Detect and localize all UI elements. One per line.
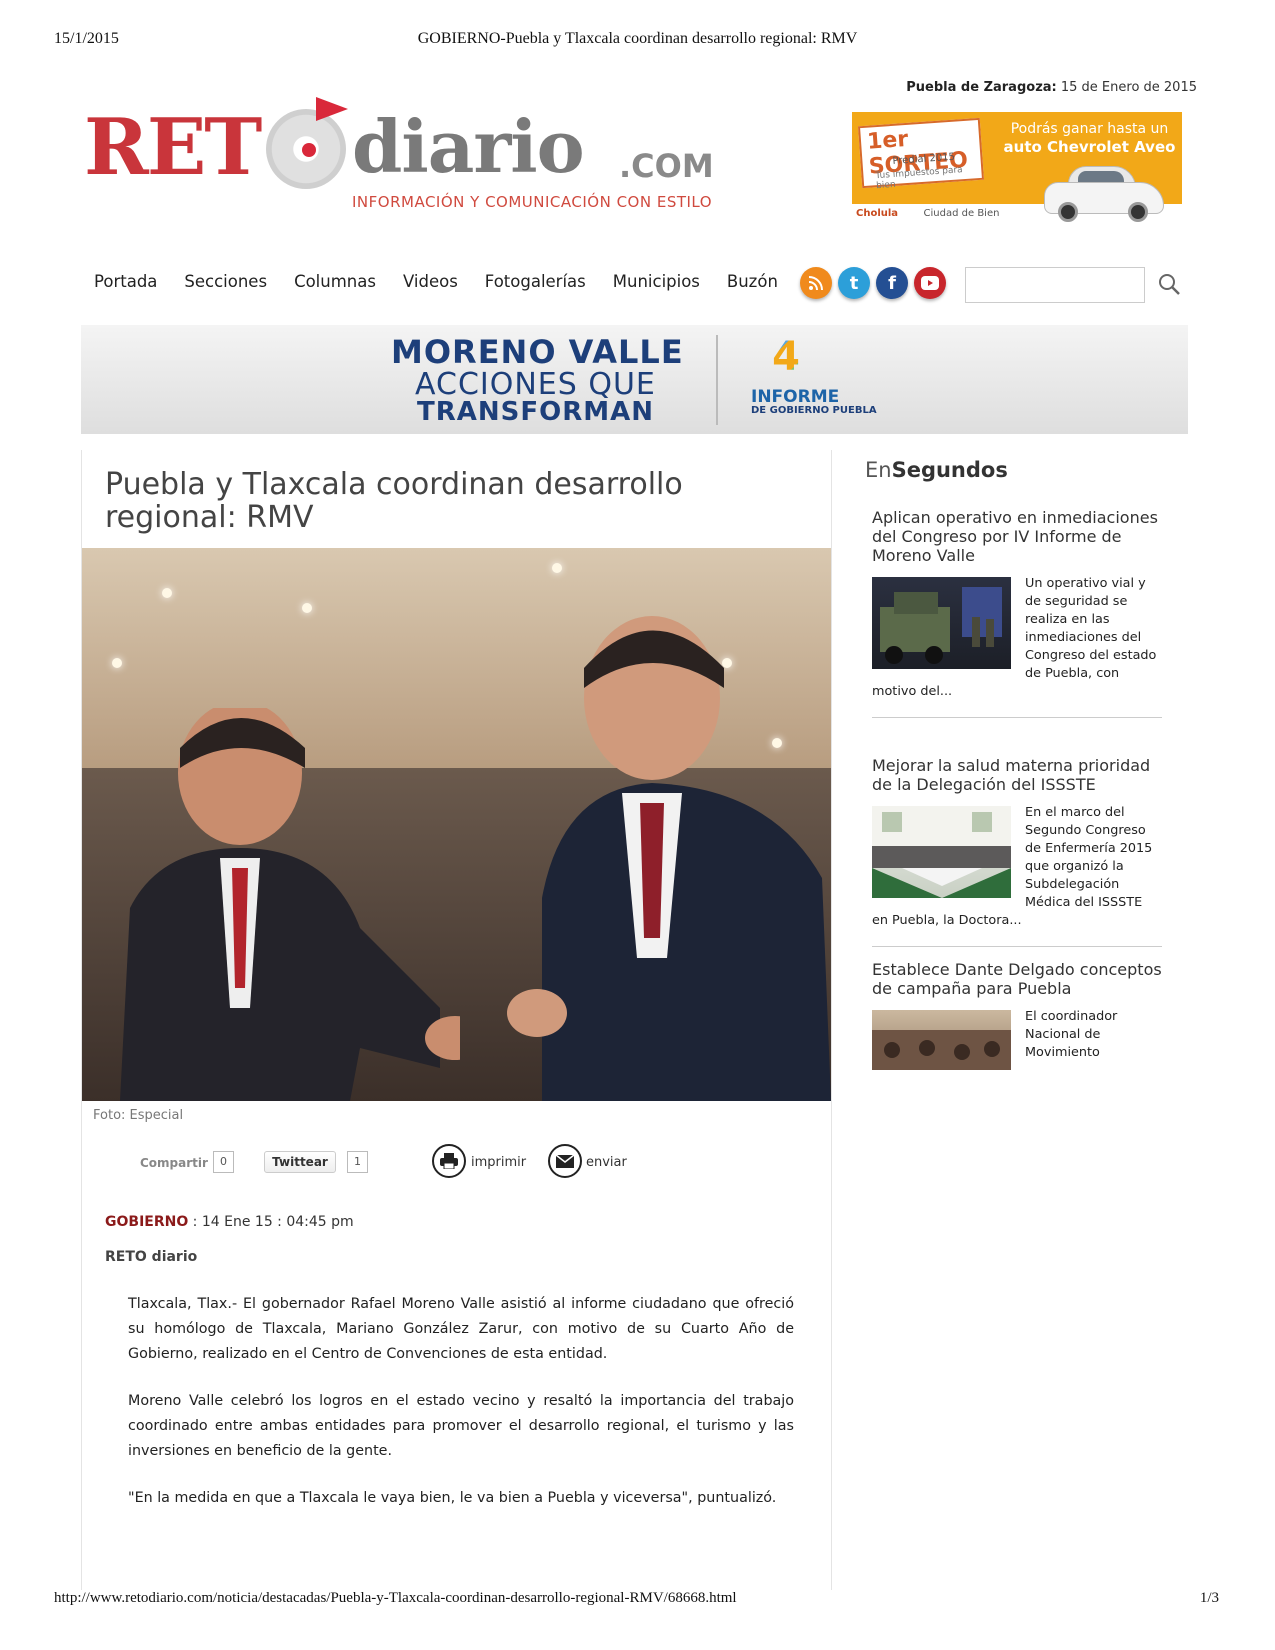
search-icon[interactable] — [1157, 272, 1181, 296]
ad-banner-sorteo[interactable]: 1er SORTEO Predial 2015 Tus impuestos pa… — [852, 112, 1182, 232]
nav-item-columnas[interactable]: Columnas — [294, 272, 376, 291]
article-paragraph: "En la medida en que a Tlaxcala le vaya … — [128, 1490, 777, 1506]
rss-icon[interactable] — [800, 267, 832, 299]
nav-item-municipios[interactable]: Municipios — [613, 272, 700, 291]
logo-flag-icon — [316, 97, 348, 121]
tweet-button[interactable]: Twittear — [264, 1151, 336, 1173]
twitter-icon[interactable]: t — [838, 267, 870, 299]
ad-prize-line1: Podrás ganar hasta un — [1010, 121, 1169, 137]
news-item[interactable]: Mejorar la salud materna prioridad de la… — [872, 756, 1162, 947]
news-divider — [872, 701, 1162, 718]
ad-sponsors: Cholula Ciudad de Bien — [856, 208, 999, 219]
sidebar-en-segundos: EnSegundos Aplican operativo en inmediac… — [865, 450, 1175, 1070]
share-bar: Compartir 0 Twittear 1 imprimir enviar — [82, 1142, 831, 1182]
print-button[interactable]: imprimir — [471, 1155, 526, 1170]
youtube-icon[interactable] — [914, 267, 946, 299]
sidebar-title: EnSegundos — [865, 458, 1008, 482]
facebook-share-button[interactable]: Compartir — [140, 1156, 208, 1170]
logo-tagline: INFORMACIÓN Y COMUNICACIÓN CON ESTILO — [352, 193, 713, 211]
article-paragraph: Moreno Valle celebró los logros en el es… — [128, 1393, 794, 1459]
ad-sorteo-badge: 1er SORTEO Predial 2015 Tus impuestos pa… — [857, 117, 985, 191]
logo-dot-icon — [302, 143, 316, 157]
site-logo[interactable]: RET diario .COM INFORMACIÓN Y COMUNICACI… — [84, 95, 724, 225]
nav-item-videos[interactable]: Videos — [403, 272, 458, 291]
news-divider — [872, 930, 1162, 947]
news-headline[interactable]: Mejorar la salud materna prioridad de la… — [872, 756, 1162, 794]
banner-divider — [716, 335, 718, 425]
article-meta: GOBIERNO : 14 Ene 15 : 04:45 pm — [105, 1214, 354, 1230]
logo-diario-text: diario — [352, 104, 585, 189]
share-count: 0 — [213, 1151, 234, 1173]
logo-reto-text: RET — [84, 102, 262, 193]
banner-number: 4 — [761, 337, 811, 377]
print-page-title: GOBIERNO-Puebla y Tlaxcala coordinan des… — [417, 30, 858, 47]
banner-line3: TRANSFORMAN — [417, 397, 655, 427]
banner-informe: INFORME — [751, 387, 840, 407]
facebook-icon[interactable]: f — [876, 267, 908, 299]
nav-item-buzon[interactable]: Buzón — [727, 272, 778, 291]
print-url: http://www.retodiario.com/noticia/destac… — [54, 1590, 737, 1606]
government-banner[interactable]: MORENO VALLE ACCIONES QUE TRANSFORMAN 4 … — [81, 325, 1188, 434]
email-button[interactable]: enviar — [586, 1155, 627, 1170]
dateline: Puebla de Zaragoza: 15 de Enero de 2015 — [906, 80, 1197, 95]
person-left-icon — [120, 708, 460, 1101]
social-links: t f — [800, 267, 946, 299]
article-title: Puebla y Tlaxcala coordinan desarrollo r… — [105, 467, 683, 535]
ad-sponsor-ciudad: Ciudad de Bien — [923, 208, 1000, 219]
photo-caption: Foto: Especial — [93, 1108, 184, 1123]
banner-line1: MORENO VALLE — [391, 333, 684, 371]
banner-de-gobierno: DE GOBIERNO PUEBLA — [751, 405, 877, 416]
ad-prize-line2: auto Chevrolet Aveo — [1003, 138, 1176, 157]
news-item[interactable]: Establece Dante Delgado conceptos de cam… — [872, 960, 1162, 1070]
logo-com-text: .COM — [619, 147, 714, 185]
dateline-city: Puebla de Zaragoza: — [906, 80, 1057, 95]
news-headline[interactable]: Aplican operativo en inmediaciones del C… — [872, 508, 1162, 565]
sidebar-title-segundos: Segundos — [891, 458, 1008, 482]
main-nav: Portada Secciones Columnas Videos Fotoga… — [94, 272, 778, 291]
news-thumbnail[interactable] — [872, 806, 1011, 898]
mail-icon[interactable] — [548, 1144, 582, 1178]
ad-prize-text: Podrás ganar hasta un auto Chevrolet Ave… — [1002, 120, 1177, 158]
article-body: Tlaxcala, Tlax.- El gobernador Rafael Mo… — [128, 1292, 794, 1533]
article-section-link[interactable]: GOBIERNO — [105, 1214, 188, 1230]
car-icon — [1044, 166, 1164, 222]
ad-sponsor-cholula: Cholula — [856, 208, 899, 219]
nav-item-portada[interactable]: Portada — [94, 272, 157, 291]
tweet-count: 1 — [347, 1151, 368, 1173]
dateline-date: 15 de Enero de 2015 — [1060, 80, 1197, 95]
article-photo[interactable] — [82, 548, 831, 1101]
article-byline: RETO diario — [105, 1249, 198, 1265]
news-thumbnail[interactable] — [872, 577, 1011, 669]
sidebar-title-en: En — [865, 458, 892, 482]
news-item[interactable]: Aplican operativo en inmediaciones del C… — [872, 508, 1162, 718]
article-timestamp: 14 Ene 15 : 04:45 pm — [201, 1214, 354, 1230]
news-headline[interactable]: Establece Dante Delgado conceptos de cam… — [872, 960, 1162, 998]
print-page-number: 1/3 — [1199, 1590, 1219, 1606]
nav-item-fotogalerias[interactable]: Fotogalerías — [485, 272, 586, 291]
person-right-icon — [507, 616, 831, 1101]
print-icon[interactable] — [432, 1144, 466, 1178]
meta-separator: : — [188, 1214, 202, 1230]
news-thumbnail[interactable] — [872, 1010, 1011, 1070]
search-input[interactable] — [965, 267, 1145, 303]
article: Puebla y Tlaxcala coordinan desarrollo r… — [81, 450, 832, 1590]
article-paragraph: Tlaxcala, Tlax.- El gobernador Rafael Mo… — [128, 1296, 794, 1362]
nav-item-secciones[interactable]: Secciones — [184, 272, 267, 291]
